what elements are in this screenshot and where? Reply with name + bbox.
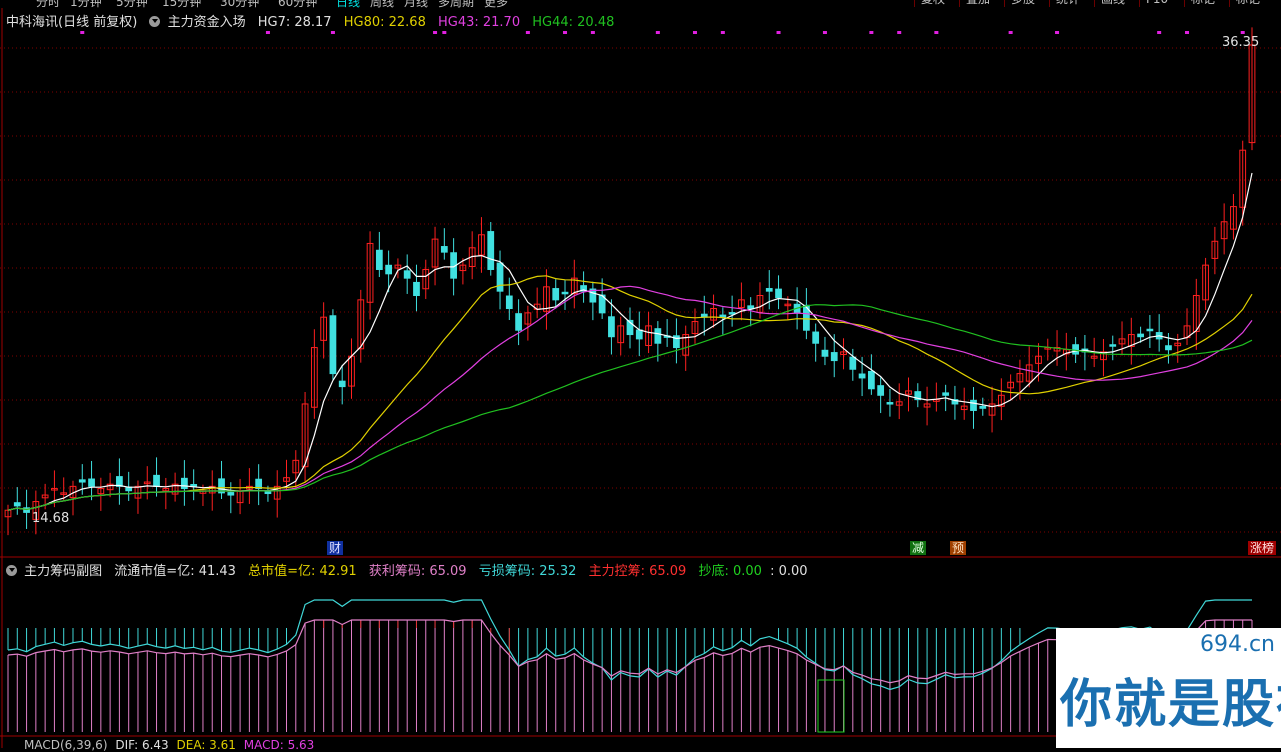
total-cap: 总市值=亿: 42.91 — [248, 564, 357, 579]
candle-body-47 — [440, 246, 448, 253]
candle-body-9 — [88, 478, 95, 487]
signal-dot-6 — [563, 31, 568, 34]
loss-chips: 亏损筹码: 25.32 — [478, 564, 577, 579]
candle-body-80 — [747, 305, 755, 310]
candle-body-60 — [561, 291, 569, 295]
candle-body-115 — [1072, 344, 1079, 355]
signal-dot-20 — [1240, 31, 1245, 34]
signal-dot-4 — [442, 31, 447, 34]
candle-body-59 — [552, 288, 560, 301]
candle-body-1 — [13, 502, 21, 507]
signal-dot-17 — [1055, 31, 1060, 34]
candle-body-16 — [153, 474, 160, 487]
watermark: 694.cn 你就是股神 — [1056, 628, 1281, 748]
candle-body-87 — [812, 331, 820, 344]
candle-body-101 — [942, 392, 950, 396]
forecast-marker[interactable]: 预 — [950, 541, 967, 555]
signal-dot-10 — [720, 31, 725, 34]
candle-body-36 — [338, 380, 346, 388]
candle-body-55 — [515, 313, 522, 331]
macd-macd: MACD: 5.63 — [243, 738, 315, 752]
signal-dot-5 — [525, 31, 530, 34]
candle-body-19 — [181, 477, 188, 490]
candle-body-93 — [867, 370, 875, 390]
subchart-menu-icon[interactable] — [6, 565, 17, 576]
candle-body-35 — [329, 315, 337, 375]
macd-dif: DIF: 6.43 — [115, 738, 169, 752]
candle-body-40 — [375, 249, 383, 270]
candle-body-41 — [385, 264, 393, 275]
candle-body-125 — [1165, 345, 1172, 351]
candle-body-78 — [728, 312, 736, 315]
candle-body-43 — [403, 270, 411, 279]
high-price-label: 36.35 — [1222, 35, 1260, 50]
candle-body-92 — [858, 373, 866, 379]
candle-body-52 — [487, 231, 495, 270]
candle-body-68 — [635, 329, 643, 340]
candle-body-105 — [979, 405, 987, 409]
signal-dot-13 — [869, 31, 874, 34]
candle-body-28 — [264, 491, 272, 495]
candle-body-91 — [849, 356, 857, 370]
signal-dot-8 — [655, 31, 660, 34]
signal-dot-15 — [934, 31, 939, 34]
candle-body-122 — [1137, 333, 1144, 338]
extra-value: : 0.00 — [770, 564, 808, 579]
candle-body-123 — [1146, 328, 1154, 332]
signal-dot-3 — [433, 31, 438, 34]
candle-body-119 — [1109, 344, 1117, 347]
candle-body-44 — [413, 281, 420, 297]
candle-body-94 — [877, 385, 885, 396]
watermark-text: 你就是股神 — [1060, 675, 1281, 735]
candle-body-82 — [765, 288, 773, 292]
macd-legend: MACD(6,39,6) DIF: 6.43 DEA: 3.61 MACD: 5… — [0, 738, 314, 752]
main-control: 主力控筹: 65.09 — [588, 564, 687, 579]
reduce-marker[interactable]: 减 — [910, 541, 927, 555]
signal-dot-9 — [692, 31, 697, 34]
limit-up-marker[interactable]: 涨榜 — [1248, 541, 1277, 555]
float-cap: 流通市值=亿: 41.43 — [114, 564, 236, 579]
sub-chart-legend: 主力筹码副图 流通市值=亿: 41.43 总市值=亿: 42.91 获利筹码: … — [0, 560, 816, 580]
candle-body-95 — [886, 402, 894, 405]
signal-dot-2 — [330, 31, 335, 34]
watermark-domain: 694.cn — [1199, 632, 1275, 657]
macd-dea: DEA: 3.61 — [176, 738, 236, 752]
signal-dot-16 — [1008, 31, 1013, 34]
signal-dot-14 — [897, 31, 902, 34]
signal-dot-19 — [1185, 31, 1190, 34]
candle-body-104 — [970, 399, 977, 411]
candle-body-53 — [496, 262, 504, 292]
signal-dot-1 — [265, 31, 270, 34]
subchart-title[interactable]: 主力筹码副图 — [24, 564, 102, 579]
candle-body-88 — [821, 349, 829, 357]
signal-dot-7 — [590, 31, 595, 34]
candle-body-83 — [775, 288, 782, 299]
signal-dot-11 — [776, 31, 781, 34]
candle-body-24 — [227, 492, 235, 496]
candles — [4, 27, 1256, 536]
candle-body-65 — [608, 316, 615, 338]
signal-dots — [80, 31, 1245, 34]
candle-body-54 — [505, 295, 513, 310]
signal-dot-18 — [1157, 31, 1162, 34]
signal-dot-0 — [80, 31, 85, 34]
signal-dot-12 — [822, 31, 827, 34]
low-price-label: 14.68 — [32, 511, 70, 526]
candle-body-89 — [830, 352, 838, 362]
macd-name: MACD(6,39,6) — [24, 738, 108, 752]
candle-body-8 — [78, 479, 86, 483]
profit-chips: 获利筹码: 65.09 — [368, 564, 467, 579]
finance-marker[interactable]: 财 — [327, 541, 344, 555]
candle-body-70 — [654, 328, 662, 344]
bottom-signal-box — [817, 679, 845, 733]
bottom-fishing: 抄底: 0.00 — [698, 564, 762, 579]
